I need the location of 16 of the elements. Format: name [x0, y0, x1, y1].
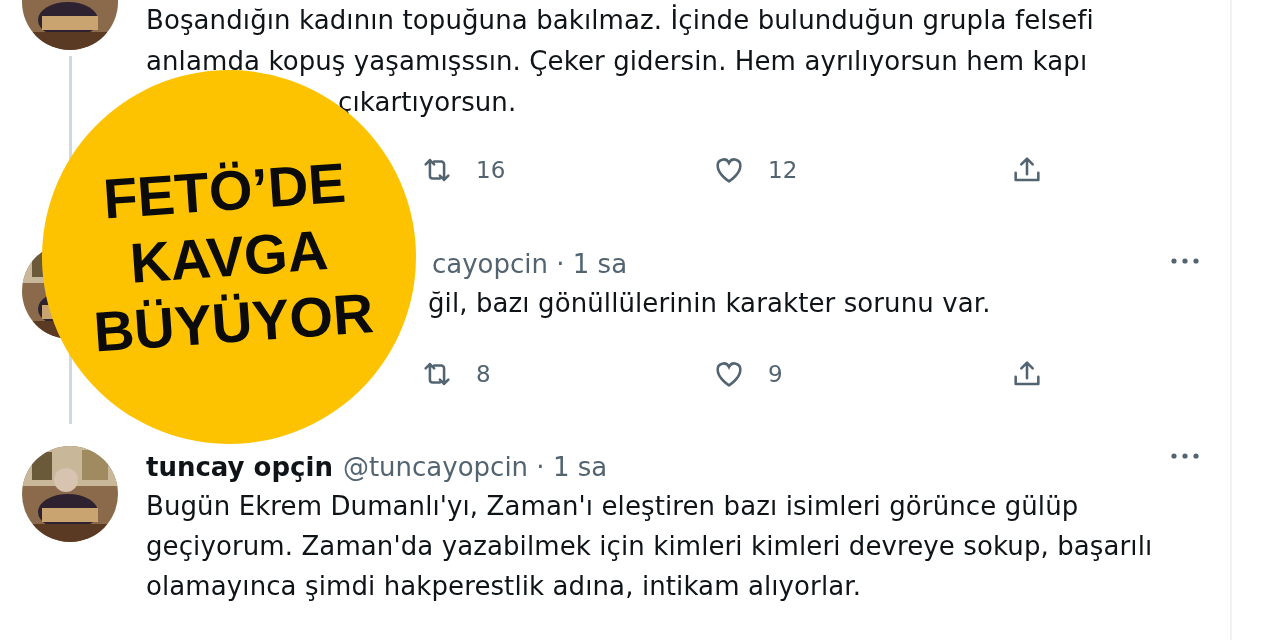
action-count: 16 [476, 157, 506, 183]
tweet-text: olamayınca şimdi hakperestlik adına, intikam alıyorlar. [146, 570, 862, 603]
action-count: 9 [768, 361, 783, 387]
action-count: 8 [476, 361, 491, 387]
headline-text: FETÖ’DE [101, 149, 348, 231]
more-icon[interactable] [1170, 452, 1200, 460]
tweet-text: anlamda kopuş yaşamışssın. Çeker gidersin. Hem ayrılıyorsun hem kapı [146, 45, 1089, 78]
user-handle-time: cayopcin · 1 sa [432, 249, 628, 279]
tweet-text: geçiyorum. Zaman'da yazabilmek için kimleri kimleri devreye sokup, başarılı [146, 530, 1154, 563]
user-name[interactable]: tuncay opçin [146, 452, 333, 482]
tweet-text: Boşandığın kadının topuğuna bakılmaz. İçinde bulunduğun grupla felsefi [146, 3, 1095, 37]
more-icon[interactable] [1170, 257, 1200, 265]
tweet-text: çıkartıyorsun. [337, 86, 518, 119]
action-count: 12 [768, 157, 798, 183]
tweet-text: Bugün Ekrem Dumanlı'yı, Zaman'ı eleştiren bazı isimleri görünce gülüp [146, 490, 1080, 523]
user-handle-time: @tuncayopcin · 1 sa [342, 452, 608, 482]
